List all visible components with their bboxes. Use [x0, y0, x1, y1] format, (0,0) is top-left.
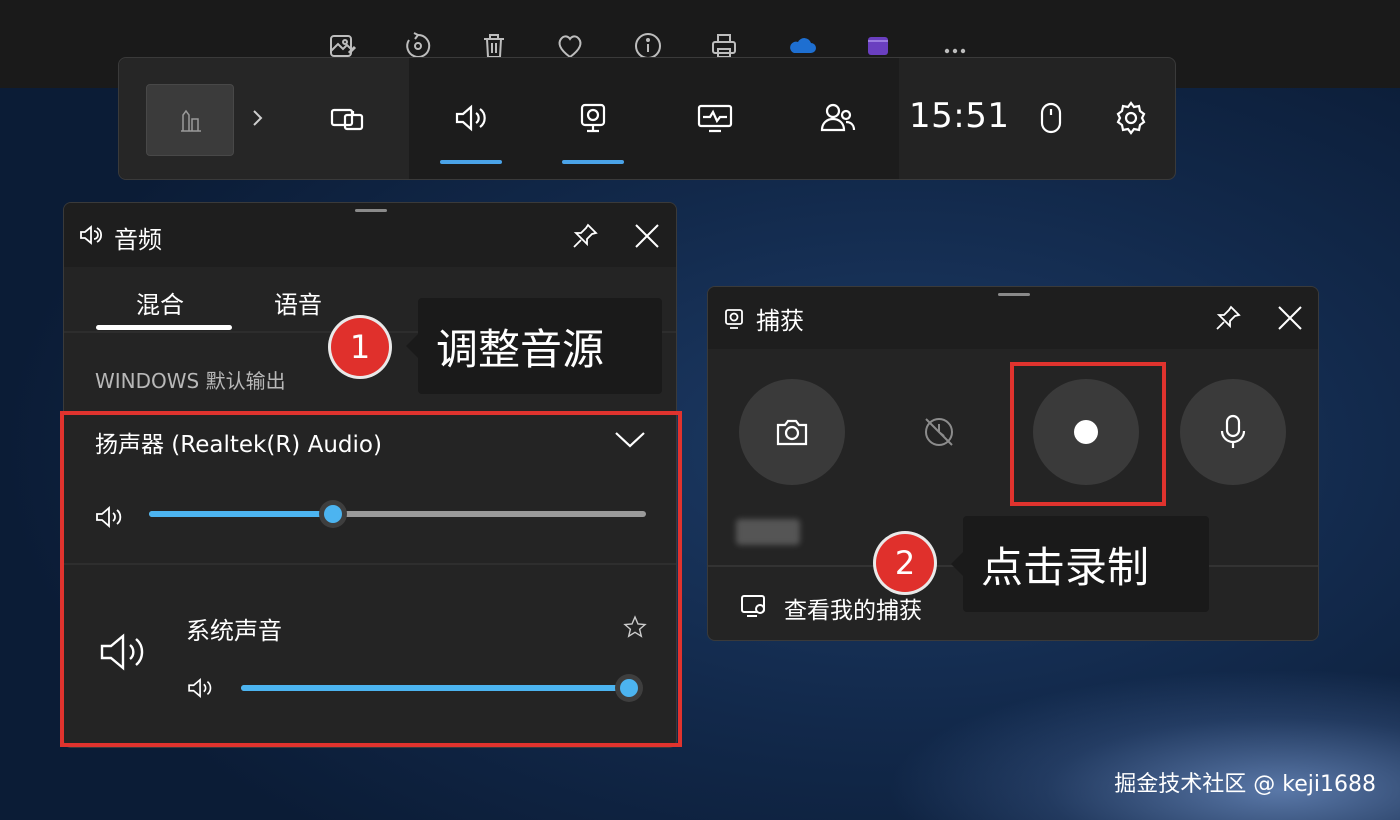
game-bar: 15:51 [118, 57, 1176, 180]
watermark: 掘金技术社区 @ keji1688 [1114, 772, 1376, 797]
gallery-icon [738, 591, 770, 619]
highlight-box-audio [60, 411, 682, 747]
blurred-status-text [736, 519, 800, 545]
capture-panel-header: 捕获 [708, 287, 1318, 349]
close-icon[interactable] [1271, 299, 1309, 337]
tab-voice[interactable]: 语音 [274, 285, 322, 320]
game-bar-left-section [119, 58, 409, 179]
highlight-box-record [1010, 362, 1166, 506]
screenshot-button[interactable] [739, 379, 845, 485]
microphone-icon [1220, 414, 1246, 448]
camera-icon [776, 419, 808, 446]
performance-widget-icon[interactable] [691, 96, 739, 140]
audio-panel-header: 音频 [64, 203, 676, 267]
default-output-label: WINDOWS 默认输出 [95, 369, 286, 393]
drag-handle[interactable] [998, 293, 1030, 296]
audio-active-indicator [440, 160, 502, 164]
callout-click-record: 点击录制 [951, 516, 1209, 612]
audio-panel-title: 音频 [114, 226, 162, 254]
callout-adjust-source: 调整音源 [406, 298, 662, 394]
record-last-disabled-icon [925, 418, 953, 446]
active-tab-indicator [96, 325, 232, 330]
record-last-30s-button[interactable] [886, 379, 992, 485]
app-thumbnail[interactable] [146, 84, 234, 156]
audio-widget-icon[interactable] [447, 96, 495, 140]
mouse-icon[interactable] [1027, 96, 1075, 140]
tab-mix[interactable]: 混合 [136, 285, 184, 320]
drag-handle[interactable] [355, 209, 387, 212]
capture-widget-icon[interactable] [569, 96, 617, 140]
step-badge-2: 2 [876, 534, 934, 592]
step-badge-1: 1 [331, 318, 389, 376]
chevron-right-icon[interactable] [233, 96, 281, 140]
clock: 15:51 [909, 96, 1010, 136]
social-widget-icon[interactable] [814, 96, 862, 140]
capture-active-indicator [562, 160, 624, 164]
widget-menu-icon[interactable] [323, 96, 371, 140]
speaker-icon [78, 223, 104, 247]
game-bar-widgets [409, 58, 899, 179]
close-icon[interactable] [628, 217, 666, 255]
capture-panel-title: 捕获 [756, 307, 804, 335]
view-my-captures-link[interactable]: 查看我的捕获 [784, 591, 922, 625]
capture-icon [722, 307, 746, 331]
pin-icon[interactable] [1211, 301, 1245, 335]
microphone-button[interactable] [1180, 379, 1286, 485]
settings-gear-icon[interactable] [1107, 96, 1155, 140]
pin-icon[interactable] [568, 219, 602, 253]
